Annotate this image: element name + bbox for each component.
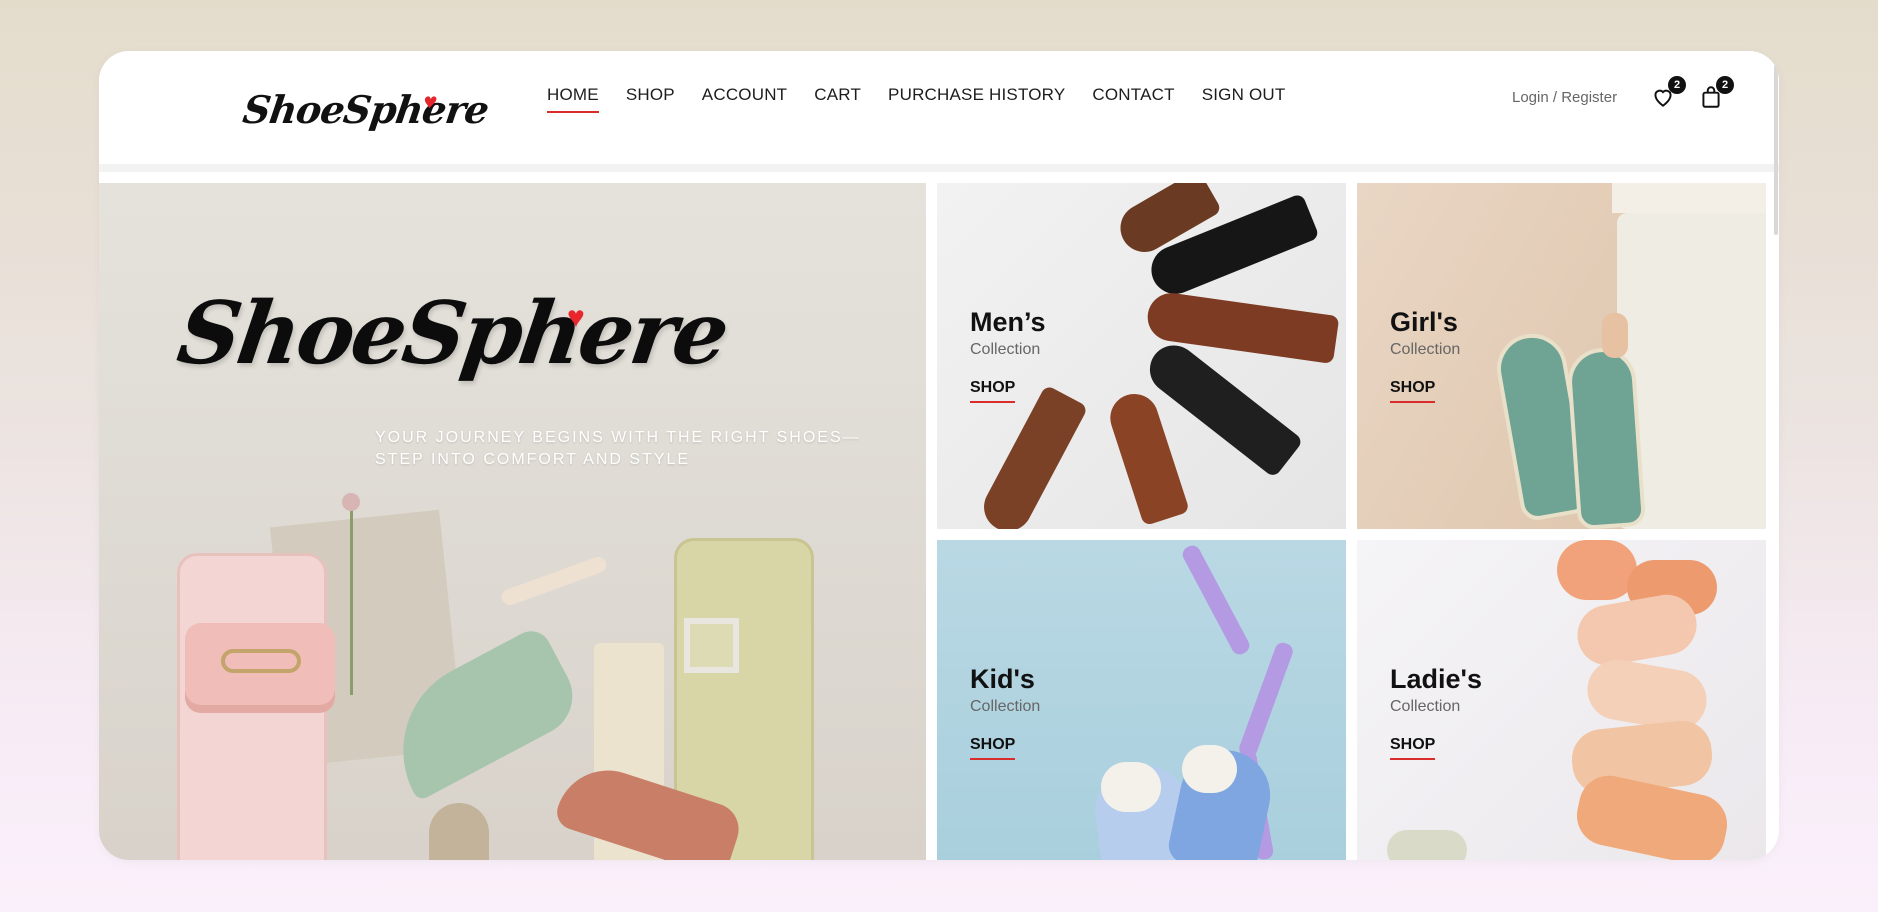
- flower-stem: [350, 505, 353, 695]
- ladies-shop-link[interactable]: SHOP: [1390, 736, 1436, 760]
- nav-account[interactable]: ACCOUNT: [702, 85, 787, 113]
- login-register-link[interactable]: Login / Register: [1512, 89, 1617, 106]
- logo-text: ShoeSphere: [240, 87, 492, 132]
- girls-subtitle: Collection: [1390, 341, 1461, 358]
- crystal-buckle: [684, 618, 739, 673]
- nav-contact[interactable]: CONTACT: [1092, 85, 1174, 113]
- page-scrollbar[interactable]: [1774, 65, 1778, 235]
- green-flat-shoe: [1565, 345, 1647, 529]
- hand: [1602, 313, 1628, 358]
- kids-subtitle: Collection: [970, 698, 1041, 715]
- logo[interactable]: ShoeSphere ♥: [239, 87, 491, 137]
- ladies-subtitle: Collection: [1390, 698, 1461, 715]
- beige-strap: [499, 554, 609, 608]
- mens-title: Men’s: [970, 307, 1046, 337]
- site-header: ShoeSphere ♥ HOME SHOP ACCOUNT CART PURC…: [99, 51, 1779, 235]
- hero-title: ShoeSphere: [171, 283, 733, 384]
- pale-sandal: [1387, 830, 1467, 860]
- small-rock: [429, 803, 489, 860]
- flower-bud: [342, 493, 360, 511]
- wishlist-button[interactable]: 2: [1650, 76, 1686, 112]
- nav-cart[interactable]: CART: [814, 85, 861, 113]
- gold-buckle: [221, 649, 301, 673]
- cart-count-badge: 2: [1716, 76, 1734, 94]
- orange-sandal: [1557, 540, 1637, 600]
- ladies-title: Ladie's: [1390, 664, 1482, 694]
- collection-tile-ladies[interactable]: Ladie's Collection SHOP: [1357, 540, 1766, 860]
- sneaker-toe: [1101, 762, 1161, 812]
- hero-banner: ShoeSphere ♥ YOUR JOURNEY BEGINS WITH TH…: [99, 183, 926, 860]
- main-nav: HOME SHOP ACCOUNT CART PURCHASE HISTORY …: [547, 85, 1285, 113]
- nav-home[interactable]: HOME: [547, 85, 599, 113]
- nav-shop[interactable]: SHOP: [626, 85, 675, 113]
- girls-shop-link[interactable]: SHOP: [1390, 379, 1436, 403]
- kids-shop-link[interactable]: SHOP: [970, 736, 1016, 760]
- collection-tile-mens[interactable]: Men’s Collection SHOP: [937, 183, 1346, 529]
- collection-tile-girls[interactable]: Girl's Collection SHOP: [1357, 183, 1766, 529]
- browser-window: ShoeSphere ♥ HOME SHOP ACCOUNT CART PURC…: [99, 51, 1779, 860]
- white-top: [1612, 183, 1766, 213]
- hero-tagline: YOUR JOURNEY BEGINS WITH THE RIGHT SHOES…: [375, 429, 861, 468]
- collection-tile-kids[interactable]: Kid's Collection SHOP: [937, 540, 1346, 860]
- hero-heart-icon: ♥: [567, 301, 585, 334]
- sneaker-toe: [1182, 745, 1237, 793]
- wishlist-count-badge: 2: [1668, 76, 1686, 94]
- girls-title: Girl's: [1390, 307, 1458, 337]
- logo-heart-icon: ♥: [421, 93, 438, 112]
- mens-subtitle: Collection: [970, 341, 1041, 358]
- mens-shop-link[interactable]: SHOP: [970, 379, 1016, 403]
- nav-purchase-history[interactable]: PURCHASE HISTORY: [888, 85, 1065, 113]
- kids-title: Kid's: [970, 664, 1035, 694]
- cart-button[interactable]: 2: [1698, 76, 1734, 112]
- nav-sign-out[interactable]: SIGN OUT: [1202, 85, 1286, 113]
